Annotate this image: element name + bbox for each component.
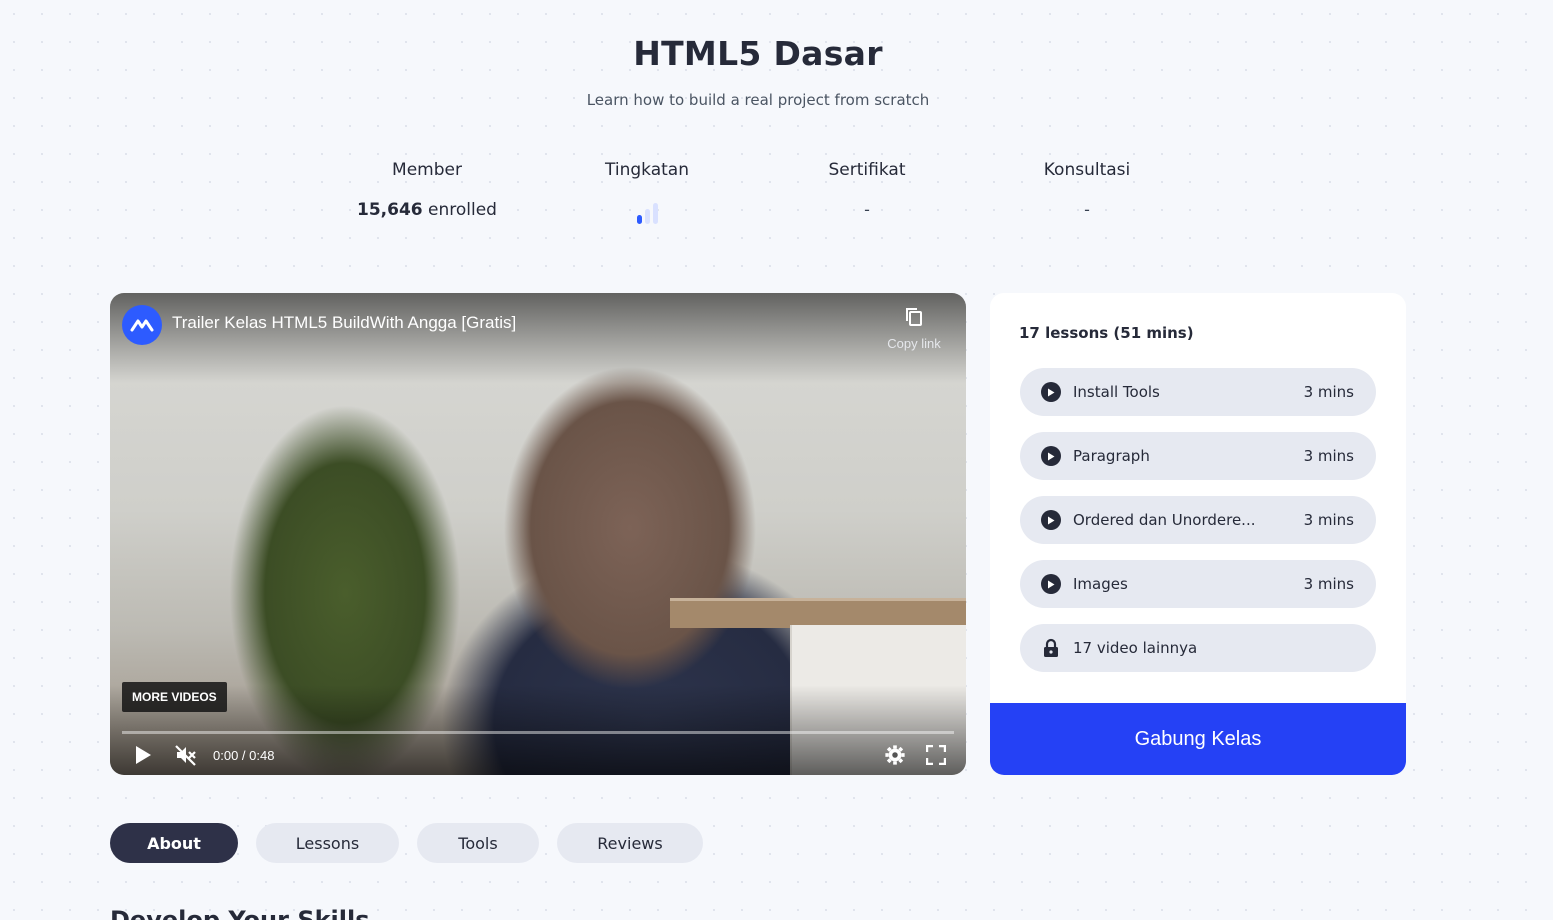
- video-time: 0:00 / 0:48: [213, 747, 275, 763]
- level-bar: [652, 203, 658, 224]
- stat-consultation-label: Konsultasi: [1043, 160, 1131, 180]
- stat-member-label: Member: [392, 160, 462, 180]
- mute-button[interactable]: [174, 741, 198, 769]
- stat-level-label: Tingkatan: [605, 160, 689, 180]
- section-heading: Develop Your Skills: [110, 906, 370, 920]
- volume-muted-icon: [175, 745, 196, 766]
- lesson-item[interactable]: Paragraph 3 mins: [1020, 432, 1376, 480]
- page-subtitle: Learn how to build a real project from s…: [586, 91, 930, 109]
- video-frame-desk: [670, 598, 966, 628]
- lesson-name: Install Tools: [1073, 383, 1160, 401]
- video-progress-bar[interactable]: [122, 731, 954, 734]
- play-icon: [1041, 510, 1061, 530]
- tab-lessons[interactable]: Lessons: [256, 823, 399, 863]
- lesson-item[interactable]: Ordered dan Unordere... 3 mins: [1020, 496, 1376, 544]
- stat-certificate-value: -: [864, 200, 870, 219]
- more-videos-button[interactable]: MORE VIDEOS: [122, 682, 227, 712]
- play-icon: [136, 746, 151, 764]
- play-icon: [1041, 574, 1061, 594]
- stat-certificate: Sertifikat -: [757, 160, 977, 224]
- level-bar: [636, 215, 642, 224]
- play-button[interactable]: [134, 741, 152, 769]
- gear-icon: [885, 745, 905, 765]
- lesson-name: Ordered dan Unordere...: [1073, 511, 1256, 529]
- member-count: 15,646: [357, 200, 423, 220]
- stat-consultation-value: -: [1084, 200, 1090, 219]
- tab-reviews[interactable]: Reviews: [557, 823, 703, 863]
- lesson-name: Images: [1073, 575, 1128, 593]
- video-title[interactable]: Trailer Kelas HTML5 BuildWith Angga [Gra…: [172, 313, 516, 333]
- lock-icon: [1041, 638, 1061, 658]
- lesson-duration: 3 mins: [1303, 511, 1354, 529]
- stat-level-value: [537, 200, 757, 224]
- lesson-duration: 3 mins: [1303, 383, 1354, 401]
- level-bars-icon: [636, 202, 658, 224]
- page-title: HTML5 Dasar: [633, 34, 883, 73]
- join-class-button[interactable]: Gabung Kelas: [990, 703, 1406, 775]
- video-player[interactable]: Trailer Kelas HTML5 BuildWith Angga [Gra…: [110, 293, 966, 775]
- lesson-name: Paragraph: [1073, 447, 1150, 465]
- lesson-item[interactable]: Install Tools 3 mins: [1020, 368, 1376, 416]
- stat-level: Tingkatan: [537, 160, 757, 224]
- level-bar: [644, 209, 650, 224]
- stat-consultation: Konsultasi -: [977, 160, 1197, 224]
- stat-member-value: 15,646 enrolled: [317, 200, 537, 224]
- lessons-count: 17 lessons (51 mins): [1019, 324, 1194, 342]
- settings-button[interactable]: [884, 741, 906, 769]
- lessons-card: 17 lessons (51 mins) Install Tools 3 min…: [990, 293, 1406, 775]
- member-suffix: enrolled: [428, 200, 497, 220]
- lesson-duration: 3 mins: [1303, 447, 1354, 465]
- stat-member: Member 15,646 enrolled: [317, 160, 537, 224]
- copy-link-button[interactable]: Copy link: [884, 307, 944, 351]
- fullscreen-button[interactable]: [926, 741, 946, 769]
- copy-icon: [884, 307, 944, 330]
- fullscreen-icon: [926, 745, 946, 765]
- locked-lessons-label: 17 video lainnya: [1073, 639, 1198, 657]
- channel-logo-icon[interactable]: [122, 305, 162, 345]
- tab-tools[interactable]: Tools: [417, 823, 539, 863]
- play-icon: [1041, 382, 1061, 402]
- locked-lessons-item[interactable]: 17 video lainnya: [1020, 624, 1376, 672]
- play-icon: [1041, 446, 1061, 466]
- lesson-item[interactable]: Images 3 mins: [1020, 560, 1376, 608]
- copy-link-label: Copy link: [887, 336, 941, 351]
- video-top-gradient: [110, 293, 966, 383]
- course-page: HTML5 Dasar Learn how to build a real pr…: [0, 0, 1553, 920]
- lesson-duration: 3 mins: [1303, 575, 1354, 593]
- tab-about[interactable]: About: [110, 823, 238, 863]
- stat-certificate-label: Sertifikat: [828, 160, 906, 180]
- course-stats: Member 15,646 enrolled Tingkatan Sertifi…: [317, 160, 1197, 240]
